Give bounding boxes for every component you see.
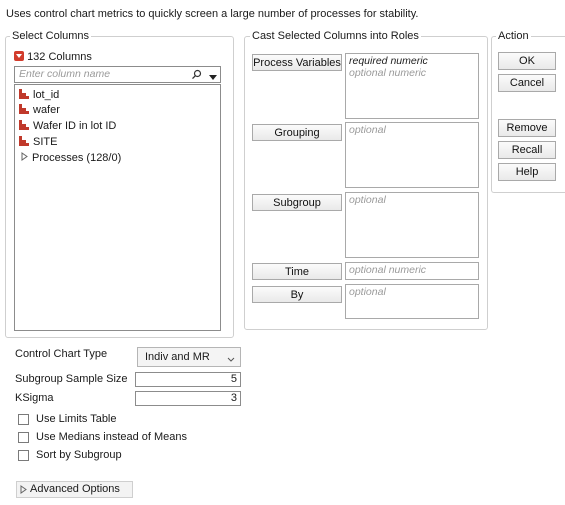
subgroup-sample-size-field[interactable]: 5 — [135, 372, 241, 387]
role-hint: optional — [349, 194, 386, 206]
disclosure-triangle-icon — [20, 485, 27, 497]
processes-group[interactable]: Processes (128/0) — [21, 151, 121, 166]
nominal-bar-icon — [19, 104, 29, 114]
role-hint: optional numeric — [349, 264, 427, 276]
control-chart-type-value: Indiv and MR — [145, 351, 210, 363]
role-hint: optional numeric — [349, 67, 427, 79]
nominal-bar-icon — [19, 120, 29, 130]
ksigma-label: KSigma — [15, 392, 54, 404]
search-options-chevron-down-icon[interactable] — [209, 72, 217, 84]
use-medians-checkbox[interactable] — [18, 432, 29, 443]
advanced-options-label: Advanced Options — [30, 483, 120, 495]
search-icon[interactable] — [191, 69, 202, 83]
list-item[interactable]: SITE — [19, 135, 57, 150]
remove-button[interactable]: Remove — [498, 119, 556, 137]
cast-roles-title: Cast Selected Columns into Roles — [250, 30, 421, 42]
role-hint: required numeric — [349, 55, 428, 67]
by-role-box[interactable]: optional — [345, 284, 479, 319]
cancel-button[interactable]: Cancel — [498, 74, 556, 92]
sort-by-subgroup-checkbox[interactable] — [18, 450, 29, 461]
control-chart-type-select[interactable]: Indiv and MR — [137, 347, 241, 367]
use-limits-table-checkbox[interactable] — [18, 414, 29, 425]
nominal-bar-icon — [19, 89, 29, 99]
column-list[interactable]: lot_id wafer Wafer ID in lot ID SITE Pro… — [14, 84, 221, 331]
action-title: Action — [496, 30, 531, 42]
list-item[interactable]: lot_id — [19, 88, 59, 103]
disclosure-triangle-icon[interactable] — [21, 151, 28, 166]
list-item[interactable]: wafer — [19, 103, 60, 118]
subgroup-button[interactable]: Subgroup — [252, 194, 342, 211]
use-medians-label: Use Medians instead of Means — [36, 431, 188, 443]
grouping-role-box[interactable]: optional — [345, 122, 479, 188]
process-variables-button[interactable]: Process Variables — [252, 54, 342, 71]
time-button[interactable]: Time — [252, 263, 342, 280]
dialog-description: Uses control chart metrics to quickly sc… — [6, 8, 419, 20]
process-variables-role-box[interactable]: required numeric optional numeric — [345, 53, 479, 119]
role-hint: optional — [349, 286, 386, 298]
by-button[interactable]: By — [252, 286, 342, 303]
advanced-options-toggle[interactable]: Advanced Options — [16, 481, 133, 498]
select-columns-title: Select Columns — [10, 30, 92, 42]
nominal-bar-icon — [19, 136, 29, 146]
subgroup-role-box[interactable]: optional — [345, 192, 479, 258]
time-role-box[interactable]: optional numeric — [345, 262, 479, 280]
use-limits-table-label: Use Limits Table — [36, 413, 117, 425]
ksigma-field[interactable]: 3 — [135, 391, 241, 406]
subgroup-sample-size-label: Subgroup Sample Size — [15, 373, 128, 385]
ok-button[interactable]: OK — [498, 52, 556, 70]
column-count-label: 132 Columns — [27, 51, 92, 63]
search-input[interactable]: Enter column name — [19, 68, 110, 80]
recall-button[interactable]: Recall — [498, 141, 556, 159]
sort-by-subgroup-label: Sort by Subgroup — [36, 449, 122, 461]
column-count-row[interactable]: 132 Columns — [14, 50, 92, 64]
grouping-button[interactable]: Grouping — [252, 124, 342, 141]
red-triangle-menu-icon[interactable] — [14, 51, 24, 61]
chevron-down-icon — [227, 354, 235, 366]
help-button[interactable]: Help — [498, 163, 556, 181]
control-chart-type-label: Control Chart Type — [15, 348, 108, 360]
column-search-box[interactable]: Enter column name — [14, 66, 221, 83]
role-hint: optional — [349, 124, 386, 136]
list-item[interactable]: Wafer ID in lot ID — [19, 119, 116, 134]
